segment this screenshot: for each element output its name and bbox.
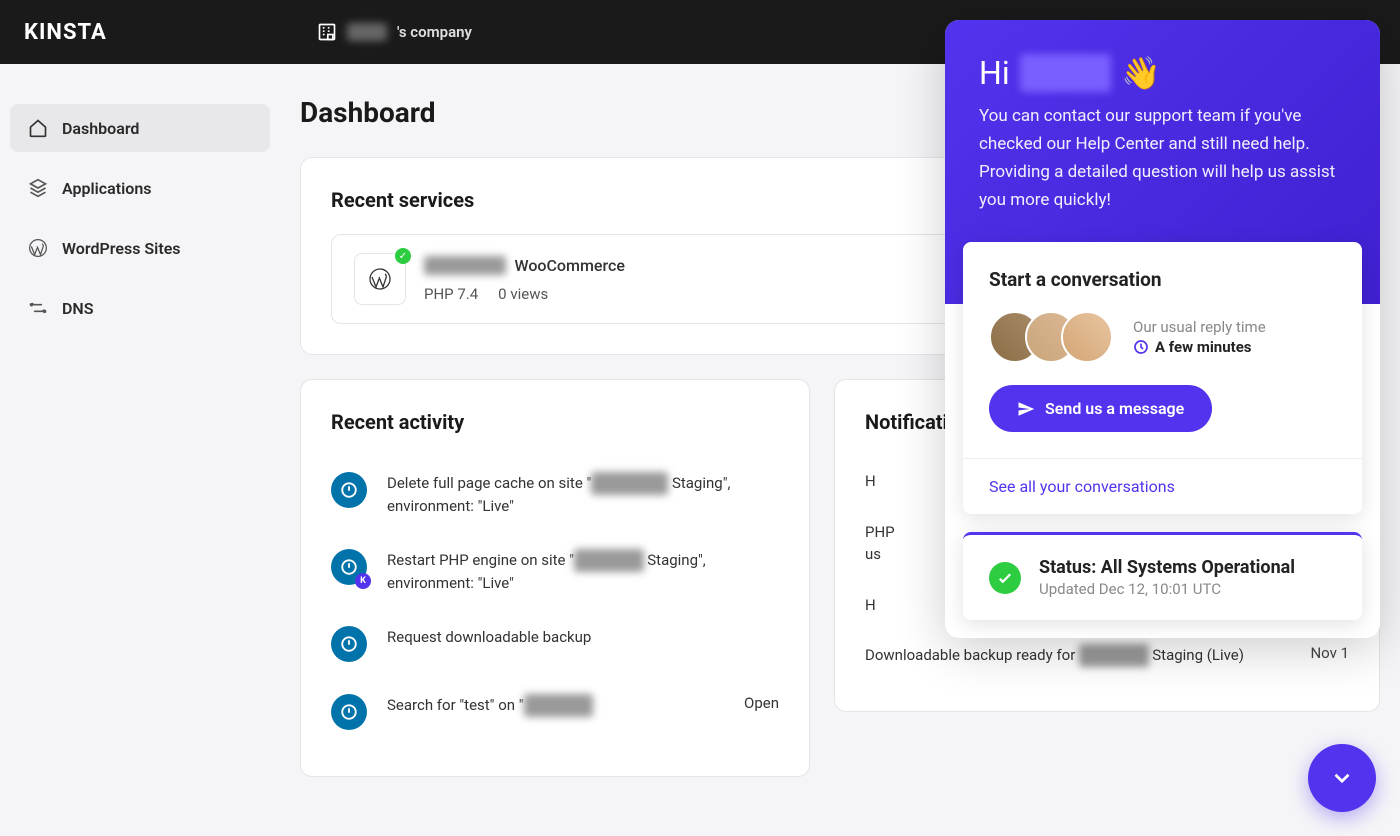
chat-toggle-button[interactable] bbox=[1308, 744, 1376, 812]
service-name-redacted: Xxxxxxxxx bbox=[424, 256, 506, 275]
sidebar-item-label: Applications bbox=[62, 179, 151, 198]
activity-item[interactable]: Request downloadable backup bbox=[331, 610, 779, 678]
system-status-card[interactable]: Status: All Systems Operational Updated … bbox=[963, 532, 1362, 620]
sidebar: Dashboard Applications WordPress Sites D… bbox=[0, 64, 280, 836]
wordpress-icon bbox=[28, 238, 48, 258]
kinsta-badge-icon: K bbox=[355, 573, 371, 589]
sidebar-item-label: Dashboard bbox=[62, 119, 139, 138]
dns-icon bbox=[28, 298, 48, 318]
reply-time: A few minutes bbox=[1133, 338, 1336, 356]
chat-subtext: You can contact our support team if you'… bbox=[979, 102, 1346, 214]
avatar bbox=[1061, 311, 1113, 363]
notification-date: Nov 1 bbox=[1310, 644, 1349, 667]
service-suffix: WooCommerce bbox=[514, 256, 624, 275]
see-conversations-link[interactable]: See all your conversations bbox=[989, 477, 1175, 496]
sidebar-item-label: DNS bbox=[62, 299, 94, 318]
power-icon bbox=[331, 472, 367, 508]
status-updated: Updated Dec 12, 10:01 UTC bbox=[1039, 580, 1295, 598]
send-message-button[interactable]: Send us a message bbox=[989, 385, 1212, 432]
check-icon bbox=[989, 562, 1021, 594]
service-icon: ✓ bbox=[354, 253, 406, 305]
chat-greeting: Hi Xxxxx 👋 bbox=[979, 54, 1346, 92]
activity-status: Open bbox=[744, 694, 779, 712]
status-title: Status: All Systems Operational bbox=[1039, 557, 1295, 578]
activity-item[interactable]: Search for "test" on "Xxxxxxxx Open bbox=[331, 678, 779, 746]
layers-icon bbox=[28, 178, 48, 198]
sidebar-item-wordpress[interactable]: WordPress Sites bbox=[10, 224, 270, 272]
logo: KINSTA bbox=[24, 20, 107, 45]
power-icon: K bbox=[331, 549, 367, 585]
chat-card-title: Start a conversation bbox=[989, 268, 1336, 291]
chevron-down-icon bbox=[1329, 765, 1355, 791]
company-suffix: 's company bbox=[397, 23, 472, 41]
status-online-icon: ✓ bbox=[395, 248, 411, 264]
home-icon bbox=[28, 118, 48, 138]
send-icon bbox=[1017, 400, 1035, 418]
recent-activity-card: Recent activity Delete full page cache o… bbox=[300, 379, 810, 777]
sidebar-item-dns[interactable]: DNS bbox=[10, 284, 270, 332]
building-icon bbox=[317, 22, 337, 42]
chat-widget: Hi Xxxxx 👋 You can contact our support t… bbox=[945, 20, 1380, 638]
sidebar-item-applications[interactable]: Applications bbox=[10, 164, 270, 212]
reply-label: Our usual reply time bbox=[1133, 318, 1336, 336]
sidebar-item-label: WordPress Sites bbox=[62, 239, 181, 258]
company-selector[interactable]: Xxxx 's company bbox=[317, 22, 472, 42]
activity-item[interactable]: Delete full page cache on site "Xxxxxxxx… bbox=[331, 456, 779, 533]
wordpress-icon bbox=[368, 267, 392, 291]
service-php: PHP 7.4 bbox=[424, 285, 478, 303]
power-icon bbox=[331, 694, 367, 730]
clock-icon bbox=[1133, 339, 1149, 355]
sidebar-item-dashboard[interactable]: Dashboard bbox=[10, 104, 270, 152]
chat-conversation-card: Start a conversation Our usual reply tim… bbox=[963, 242, 1362, 514]
support-avatars bbox=[989, 311, 1113, 363]
service-views: 0 views bbox=[498, 285, 548, 303]
activity-item[interactable]: K Restart PHP engine on site "Xxxxxxxx S… bbox=[331, 533, 779, 610]
card-title: Recent activity bbox=[331, 410, 779, 434]
wave-icon: 👋 bbox=[1121, 54, 1161, 92]
company-name-redacted: Xxxx bbox=[347, 23, 387, 41]
power-icon bbox=[331, 626, 367, 662]
